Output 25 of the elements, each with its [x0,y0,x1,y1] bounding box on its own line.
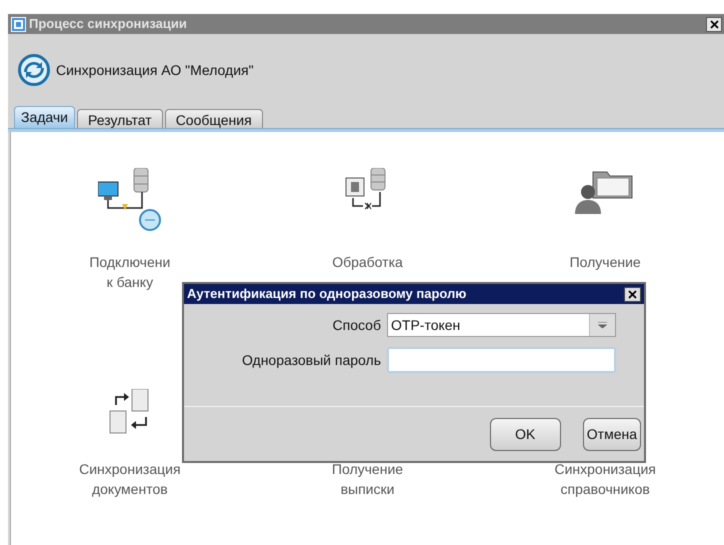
close-button[interactable] [706,16,722,32]
dropdown-arrow-icon [598,322,607,328]
field-label: Одноразовый пароль [240,350,381,370]
task-label[interactable]: Обработка [332,252,403,272]
ok-button[interactable]: OK [490,418,561,450]
task-label[interactable]: Синхронизация справочников [554,459,656,499]
password-field[interactable] [387,347,616,373]
task-label[interactable]: Подключени к банку [89,252,170,292]
task-label[interactable]: Синхронизация документов [79,459,181,499]
dialog-title: Аутентификация по одноразовому паролю [187,285,466,304]
cancel-button[interactable]: Отмена [582,418,641,450]
tab[interactable]: Сообщения [164,109,263,128]
dialog-close-button[interactable] [624,286,641,302]
sync-title: Синхронизация АО "Мелодия" [56,60,254,80]
task-label[interactable]: Получение выписки [332,459,404,499]
tab[interactable]: Результат [77,109,163,128]
app-logo-icon [11,16,26,32]
task-label[interactable]: Получение [570,252,641,272]
field-label: Способ [332,316,381,334]
sync-arrows-icon [18,54,50,86]
window-title: Процесс синхронизации [29,15,187,34]
method-dropdown[interactable]: OTP-токен [387,313,616,337]
tab[interactable]: Задачи [14,106,76,128]
close-icon [628,290,637,298]
close-icon [710,20,718,28]
